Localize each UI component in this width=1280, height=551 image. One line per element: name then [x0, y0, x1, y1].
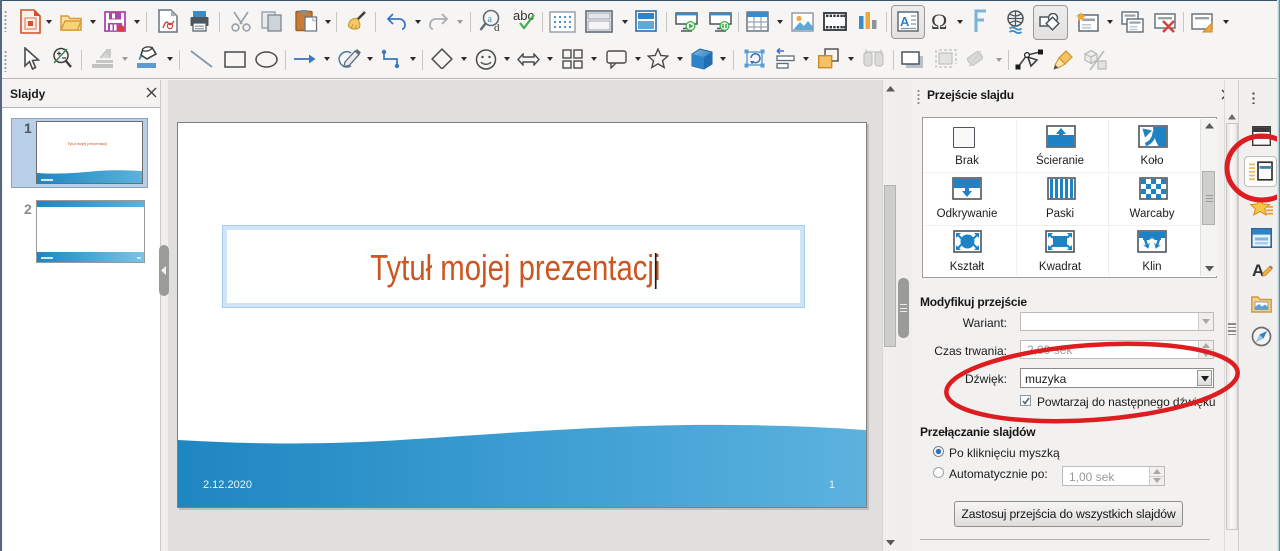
svg-text:d: d: [494, 22, 500, 34]
svg-text:A: A: [900, 14, 910, 29]
svg-text:a: a: [488, 14, 493, 25]
svg-text:Ω: Ω: [931, 11, 947, 32]
svg-text:A: A: [1252, 261, 1264, 280]
svg-text:abc: abc: [513, 9, 534, 23]
